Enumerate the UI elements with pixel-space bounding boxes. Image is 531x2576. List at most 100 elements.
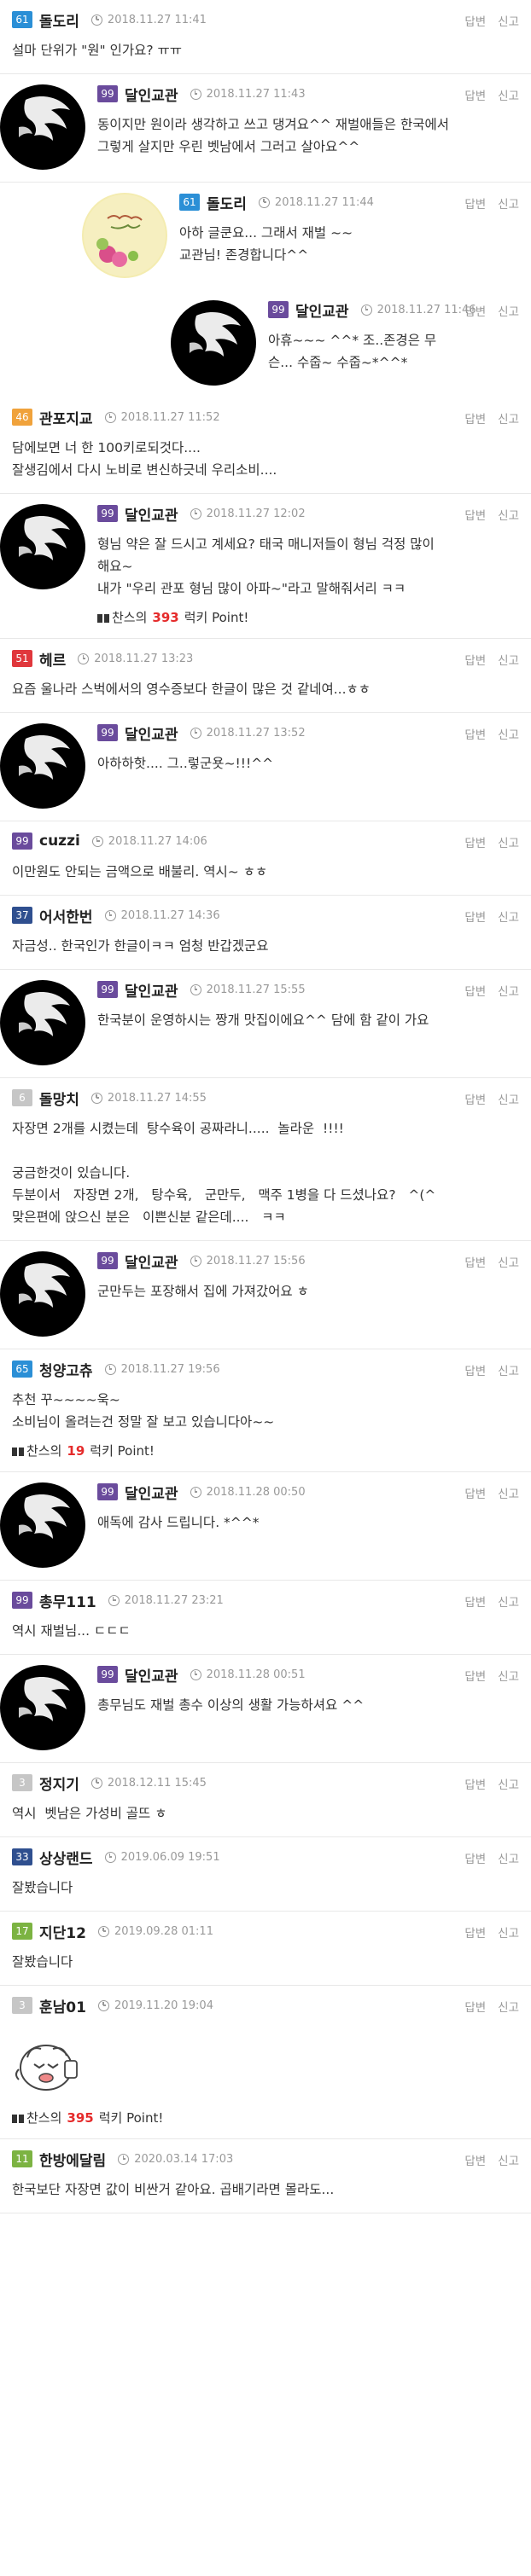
- report-button[interactable]: 신고: [498, 911, 519, 925]
- reply-button[interactable]: 답변: [464, 1488, 486, 1501]
- author-name[interactable]: 달인교관: [295, 299, 349, 321]
- comment-actions: 답변 신고: [452, 2151, 519, 2168]
- report-button[interactable]: 신고: [498, 2001, 519, 2015]
- author-name[interactable]: 지단12: [39, 1921, 86, 1942]
- author-name[interactable]: 한방에달림: [39, 2149, 106, 2170]
- avatar[interactable]: [0, 980, 85, 1065]
- comment-header: 11 한방에달림 2020.03.14 17:03: [12, 2149, 519, 2170]
- reply-button[interactable]: 답변: [464, 1256, 486, 1270]
- avatar[interactable]: [0, 1665, 85, 1750]
- author-name[interactable]: 총무111: [39, 1590, 96, 1611]
- report-button[interactable]: 신고: [498, 15, 519, 29]
- report-button[interactable]: 신고: [498, 413, 519, 426]
- reply-button[interactable]: 답변: [464, 837, 486, 850]
- author-name[interactable]: 관포지교: [39, 407, 93, 428]
- report-button[interactable]: 신고: [498, 837, 519, 850]
- comment-header: 99 cuzzi 2018.11.27 14:06: [12, 832, 519, 850]
- avatar[interactable]: [0, 84, 85, 170]
- avatar[interactable]: [0, 1251, 85, 1337]
- report-button[interactable]: 신고: [498, 985, 519, 999]
- report-button[interactable]: 신고: [498, 1365, 519, 1378]
- report-button[interactable]: 신고: [498, 2155, 519, 2168]
- reply-button[interactable]: 답변: [464, 1670, 486, 1684]
- author-name[interactable]: 달인교관: [125, 979, 178, 1001]
- report-button[interactable]: 신고: [498, 1094, 519, 1107]
- comment-reply: 99 달인교관 2018.11.27 12:02 형님 약은 잘 드시고 계세요? 태…: [0, 494, 531, 639]
- comment-text: 아하하핫.... 그..렇군욧~!!!^^: [97, 756, 274, 771]
- avatar[interactable]: [0, 504, 85, 589]
- reply-button[interactable]: 답변: [464, 509, 486, 523]
- author-name[interactable]: 정지기: [39, 1772, 79, 1794]
- comment-list: 61 돌도리 2018.11.27 11:41 설마 단위가 "원" 인가요? ㅠㅠ 답…: [0, 0, 531, 2213]
- reply-button[interactable]: 답변: [464, 1778, 486, 1792]
- author-name[interactable]: 헤르: [39, 648, 66, 670]
- reply-button[interactable]: 답변: [464, 654, 486, 668]
- comment-text: 동이지만 원이라 생각하고 쓰고 댕겨요^^ 재벌애들은 한국에서 그렇게 살지…: [97, 117, 450, 154]
- avatar[interactable]: [171, 300, 256, 386]
- reply-button[interactable]: 답변: [464, 1927, 486, 1941]
- author-name[interactable]: 청양고츄: [39, 1359, 93, 1380]
- report-button[interactable]: 신고: [498, 1256, 519, 1270]
- reply-button[interactable]: 답변: [464, 1094, 486, 1107]
- author-name[interactable]: 돌망치: [39, 1088, 79, 1109]
- avatar[interactable]: [0, 723, 85, 809]
- comment-reply: 99 달인교관 2018.11.27 11:46 아휴~~~ ^^* 조..존경은 무…: [0, 290, 531, 397]
- comment-text: 자금성.. 한국인가 한글이ㅋㅋ 엄청 반갑겠군요: [12, 938, 269, 954]
- clock-icon: [90, 1092, 102, 1104]
- level-badge: 99: [97, 724, 118, 741]
- reply-button[interactable]: 답변: [464, 2155, 486, 2168]
- gift-icon: [12, 1445, 24, 1456]
- report-button[interactable]: 신고: [498, 509, 519, 523]
- author-name[interactable]: 훈남01: [39, 1995, 86, 2016]
- clock-icon: [190, 1668, 201, 1680]
- author-name[interactable]: 돌도리: [39, 9, 79, 31]
- reply-button[interactable]: 답변: [464, 198, 486, 212]
- reply-button[interactable]: 답변: [464, 1853, 486, 1866]
- comment-actions: 답변 신고: [452, 86, 519, 103]
- author-name[interactable]: cuzzi: [39, 833, 80, 850]
- author-name[interactable]: 달인교관: [125, 84, 178, 105]
- reply-button[interactable]: 답변: [464, 305, 486, 319]
- avatar[interactable]: [0, 1482, 85, 1568]
- reply-button[interactable]: 답변: [464, 911, 486, 925]
- report-button[interactable]: 신고: [498, 1488, 519, 1501]
- comment-date: 2018.11.27 15:55: [206, 983, 306, 996]
- report-button[interactable]: 신고: [498, 90, 519, 103]
- comment-date: 2018.11.27 14:55: [107, 1091, 207, 1105]
- report-button[interactable]: 신고: [498, 1778, 519, 1792]
- comment-text: 아휴~~~ ^^* 조..존경은 무 슨... 수줍~ 수줍~*^^*: [268, 333, 437, 370]
- reply-button[interactable]: 답변: [464, 985, 486, 999]
- report-button[interactable]: 신고: [498, 1670, 519, 1684]
- report-button[interactable]: 신고: [498, 198, 519, 212]
- author-name[interactable]: 달인교관: [125, 1664, 178, 1685]
- author-name[interactable]: 달인교관: [125, 1250, 178, 1272]
- report-button[interactable]: 신고: [498, 1927, 519, 1941]
- author-name[interactable]: 달인교관: [125, 1482, 178, 1503]
- report-button[interactable]: 신고: [498, 654, 519, 668]
- comment-header: 17 지단12 2019.09.28 01:11: [12, 1921, 519, 1942]
- brush-stroke-icon: [19, 992, 70, 1036]
- level-badge: 99: [97, 981, 118, 998]
- author-name[interactable]: 상상랜드: [39, 1847, 93, 1868]
- comment-reply: 99 달인교관 2018.11.28 00:50 애독에 감사 드립니다. *^^* 답…: [0, 1472, 531, 1581]
- author-name[interactable]: 돌도리: [207, 192, 247, 213]
- author-name[interactable]: 달인교관: [125, 722, 178, 744]
- clock-icon: [190, 727, 201, 739]
- reply-button[interactable]: 답변: [464, 2001, 486, 2015]
- clock-icon: [104, 1363, 116, 1375]
- reply-button[interactable]: 답변: [464, 728, 486, 742]
- reply-button[interactable]: 답변: [464, 413, 486, 426]
- brush-stroke-icon: [19, 735, 70, 780]
- author-name[interactable]: 달인교관: [125, 503, 178, 525]
- report-button[interactable]: 신고: [498, 1853, 519, 1866]
- reply-button[interactable]: 답변: [464, 15, 486, 29]
- reply-button[interactable]: 답변: [464, 1596, 486, 1610]
- report-button[interactable]: 신고: [498, 728, 519, 742]
- comment-actions: 답변 신고: [452, 506, 519, 523]
- reply-button[interactable]: 답변: [464, 1365, 486, 1378]
- reply-button[interactable]: 답변: [464, 90, 486, 103]
- author-name[interactable]: 어서한번: [39, 905, 93, 926]
- report-button[interactable]: 신고: [498, 305, 519, 319]
- report-button[interactable]: 신고: [498, 1596, 519, 1610]
- avatar[interactable]: [82, 193, 167, 278]
